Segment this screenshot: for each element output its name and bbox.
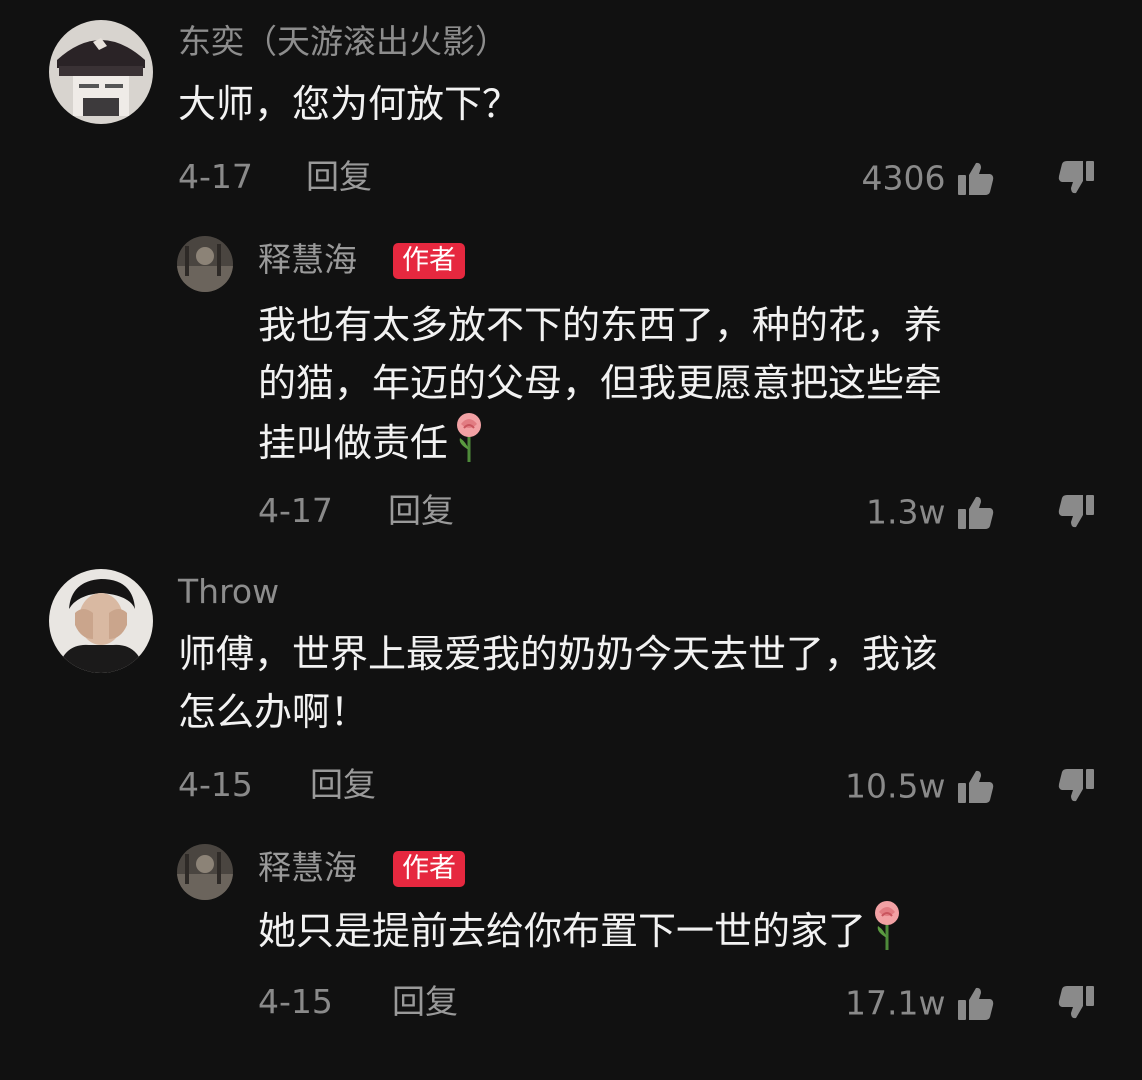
thumbs-down-icon[interactable]: [1056, 157, 1096, 197]
comment-text-span: 她只是提前去给你布置下一世的家了: [258, 909, 867, 953]
comment-text-line: 她只是提前去给你布置下一世的家了: [258, 900, 904, 960]
comment-text-line: 挂叫做责任: [258, 412, 942, 472]
avatar-image: [49, 569, 153, 673]
comment-text-line: 的猫，年迈的父母，但我更愿意把这些牵: [258, 361, 943, 405]
reply-button[interactable]: 回复: [392, 977, 458, 1027]
avatar-image: [177, 844, 233, 900]
reply-button[interactable]: 回复: [306, 152, 372, 202]
comment-meta: 4-17 回复 4306: [178, 152, 1096, 202]
comment-text-line: 我也有太多放不下的东西了，种的花，养: [258, 303, 943, 347]
rose-icon: [457, 413, 482, 462]
thumbs-up-icon: [958, 162, 994, 195]
like-count: 4306: [861, 158, 946, 198]
username[interactable]: 释慧海: [258, 848, 357, 888]
comment-text-line: 怎么办啊！: [178, 690, 369, 734]
comment-text-line: 大师，您为何放下？: [178, 82, 521, 126]
author-badge: 作者: [393, 243, 465, 279]
comment-date: 4-17: [258, 491, 333, 530]
like-count: 17.1w: [845, 983, 946, 1023]
comment-text: 大师，您为何放下？: [178, 75, 520, 133]
comment-meta: 4-15 回复 10.5w: [178, 760, 1096, 810]
like-button[interactable]: 10.5w: [845, 760, 996, 812]
comment-text-span: 挂叫做责任: [258, 421, 449, 465]
username[interactable]: 释慧海: [258, 240, 357, 280]
avatar[interactable]: [49, 569, 153, 673]
avatar-image: [177, 236, 233, 292]
like-count: 10.5w: [845, 766, 946, 806]
thumbs-down-icon[interactable]: [1056, 491, 1096, 531]
avatar[interactable]: [177, 844, 233, 900]
like-button[interactable]: 1.3w: [866, 486, 996, 538]
username[interactable]: 东奕（天游滚出火影）: [178, 22, 508, 62]
comment-meta: 4-17 回复 1.3w: [258, 486, 1096, 536]
avatar-image: [49, 20, 153, 124]
thumbs-up-icon: [958, 987, 994, 1020]
author-badge: 作者: [393, 851, 465, 887]
thumbs-down-icon[interactable]: [1056, 765, 1096, 805]
comment-text: 师傅，世界上最爱我的奶奶今天去世了，我该 怎么办啊！: [178, 625, 938, 741]
rose-icon: [875, 901, 900, 950]
thumbs-down-icon[interactable]: [1056, 982, 1096, 1022]
thumbs-up-icon: [958, 770, 994, 803]
avatar[interactable]: [49, 20, 153, 124]
comment-date: 4-15: [178, 765, 253, 804]
avatar[interactable]: [177, 236, 233, 292]
username[interactable]: Throw: [178, 572, 279, 612]
comment-text-line: 师傅，世界上最爱我的奶奶今天去世了，我该: [178, 632, 939, 676]
comment-date: 4-17: [178, 157, 253, 196]
like-button[interactable]: 4306: [862, 152, 996, 204]
thumbs-up-icon: [958, 496, 994, 529]
reply-button[interactable]: 回复: [388, 486, 454, 536]
like-button[interactable]: 17.1w: [845, 977, 996, 1029]
comment-text: 我也有太多放不下的东西了，种的花，养 的猫，年迈的父母，但我更愿意把这些牵 挂叫…: [258, 296, 942, 472]
comment-date: 4-15: [258, 982, 333, 1021]
reply-button[interactable]: 回复: [310, 760, 376, 810]
like-count: 1.3w: [866, 492, 946, 532]
comment-meta: 4-15 回复 17.1w: [258, 977, 1096, 1027]
comment-text: 她只是提前去给你布置下一世的家了: [258, 900, 904, 960]
